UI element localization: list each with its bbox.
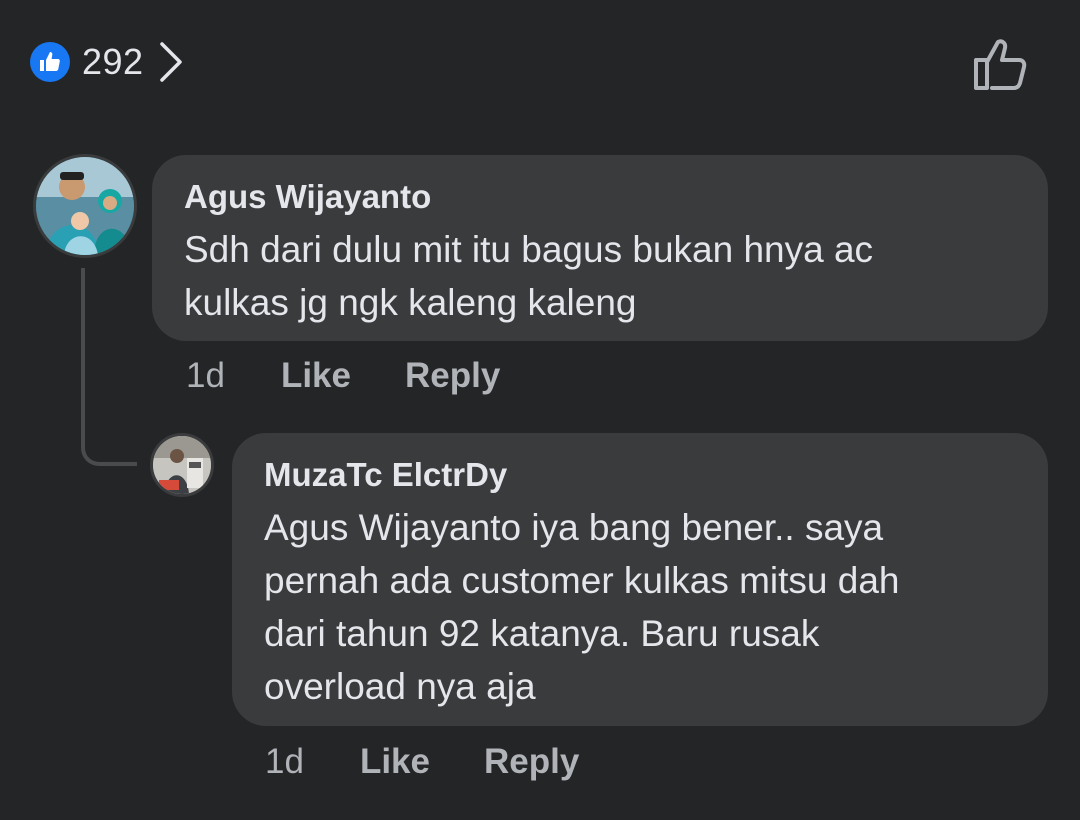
comment-bubble[interactable]: MuzaTc ElctrDy Agus Wijayanto iya bang b… — [232, 433, 1048, 726]
comment-actions: 1d Like Reply — [186, 356, 500, 396]
comment-actions: 1d Like Reply — [265, 742, 579, 782]
avatar[interactable] — [33, 154, 137, 258]
comment-author[interactable]: MuzaTc ElctrDy — [264, 455, 1016, 495]
chevron-right-icon[interactable] — [158, 40, 184, 84]
like-button[interactable]: Like — [281, 356, 351, 396]
comment-timestamp[interactable]: 1d — [265, 742, 304, 782]
reaction-count: 292 — [82, 41, 144, 82]
reply-button[interactable]: Reply — [484, 742, 579, 782]
comment-bubble[interactable]: Agus Wijayanto Sdh dari dulu mit itu bag… — [152, 155, 1048, 341]
thumbs-up-outline-icon[interactable] — [972, 36, 1030, 92]
reply-button[interactable]: Reply — [405, 356, 500, 396]
comment-author[interactable]: Agus Wijayanto — [184, 177, 1016, 217]
reactions-summary[interactable]: 292 — [30, 40, 184, 84]
avatar[interactable] — [150, 433, 214, 497]
thumbs-up-icon — [30, 42, 70, 82]
comment-text: Sdh dari dulu mit itu bagus bukan hnya a… — [184, 229, 874, 323]
comment-timestamp[interactable]: 1d — [186, 356, 225, 396]
like-button[interactable]: Like — [360, 742, 430, 782]
thread-connector-line — [81, 268, 137, 466]
comment-text: Agus Wijayanto iya bang bener.. saya per… — [264, 507, 900, 707]
